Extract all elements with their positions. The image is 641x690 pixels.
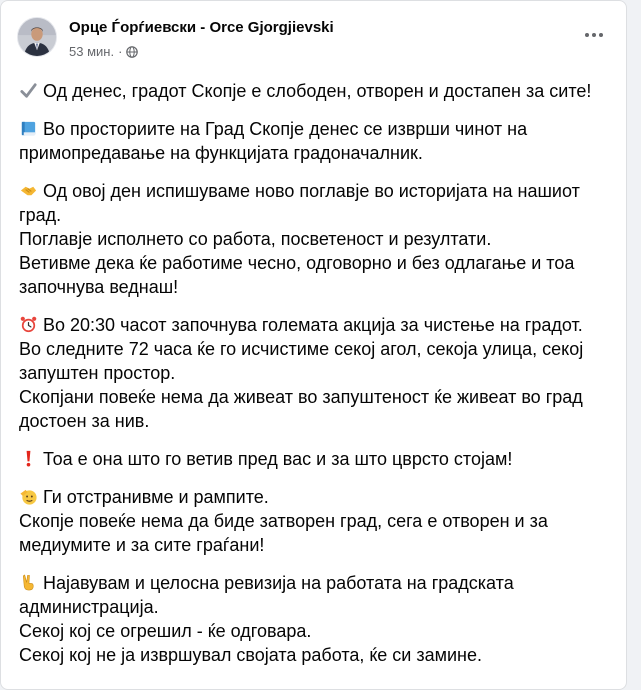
post-text-line: Најавувам и целосна ревизија на работата… <box>19 571 619 595</box>
alarm-clock-icon <box>19 315 38 334</box>
post-paragraph: Во 20:30 часот започнува големата акција… <box>19 313 619 433</box>
post-text-line: Скопјани повеќе нема да живеат во запушт… <box>19 385 619 409</box>
more-options-icon-dot <box>592 33 596 37</box>
post-text-line: Од овој ден испишуваме ново поглавје во … <box>19 179 619 203</box>
exclamation-icon <box>19 449 38 468</box>
post-text-line: медиумите и за сите граѓани! <box>19 533 619 557</box>
post-text-content: град. <box>19 205 62 225</box>
more-options-button[interactable] <box>578 19 610 51</box>
post-text-content: Најавувам и целосна ревизија на работата… <box>43 573 514 593</box>
post-paragraph: Ги отстранивме и рампите. Скопје повеќе н… <box>19 485 619 557</box>
post-text-content: медиумите и за сите граѓани! <box>19 535 265 555</box>
post-text-line: Тоа е она што го ветив пред вас и за што… <box>19 447 619 471</box>
post-text-line: Секој кој се огрешил - ќе одговара. <box>19 619 619 643</box>
post-text-line: започнува веднаш! <box>19 275 619 299</box>
saluting-face-icon <box>19 487 38 506</box>
post-paragraph: Од овој ден испишуваме ново поглавје во … <box>19 179 619 299</box>
post-text-content: Од денес, градот Скопје е слободен, отво… <box>43 81 592 101</box>
post-text-content: запуштен простор. <box>19 363 176 383</box>
post-text-line: достоен за нив. <box>19 409 619 433</box>
post-paragraph: Од денес, градот Скопје е слободен, отво… <box>19 79 619 103</box>
post-text-content: Ги отстранивме и рампите. <box>43 487 269 507</box>
more-options-icon-dot <box>599 33 603 37</box>
post-text-content: примопредавање на функцијата градоначалн… <box>19 143 423 163</box>
meta-separator: · <box>118 44 123 59</box>
post-text-line: Во просториите на Град Скопје денес се и… <box>19 117 619 141</box>
post-text-line: Во 20:30 часот започнува големата акција… <box>19 313 619 337</box>
post-text-content: Скопје повеќе нема да биде затворен град… <box>19 511 548 531</box>
author-name[interactable]: Орце Ѓорѓиевски - Orce Gjorgjievski <box>69 19 334 36</box>
post-text-line: Скопје повеќе нема да биде затворен град… <box>19 509 619 533</box>
post-meta: 53 мин. · <box>69 44 139 59</box>
author-avatar[interactable] <box>17 17 57 57</box>
post-text-line: Ги отстранивме и рампите. <box>19 485 619 509</box>
victory-hand-icon <box>19 573 38 592</box>
post-text-content: Секој кој не ја извршувал својата работа… <box>19 645 482 665</box>
handshake-icon <box>19 181 38 200</box>
post-paragraph: Тоа е она што го ветив пред вас и за што… <box>19 447 619 471</box>
post-text-line: Секој кој не ја извршувал својата работа… <box>19 643 619 667</box>
post-text-content: Ветивме дека ќе работиме чесно, одговорн… <box>19 253 575 273</box>
post-text-line: примопредавање на функцијата градоначалн… <box>19 141 619 165</box>
post-text-content: Секој кој се огрешил - ќе одговара. <box>19 621 312 641</box>
post-text-content: Поглавје исполнето со работа, посветенос… <box>19 229 492 249</box>
post-text: Од денес, градот Скопје е слободен, отво… <box>19 79 619 681</box>
blue-book-icon <box>19 119 38 138</box>
post-text-line: запуштен простор. <box>19 361 619 385</box>
post-text-content: Од овој ден испишуваме ново поглавје во … <box>43 181 580 201</box>
post-text-line: Ветивме дека ќе работиме чесно, одговорн… <box>19 251 619 275</box>
post-text-content: Тоа е она што го ветив пред вас и за што… <box>43 449 513 469</box>
more-options-icon <box>585 33 589 37</box>
post-timestamp[interactable]: 53 мин. <box>69 44 114 59</box>
post-text-content: Во следните 72 часа ќе го исчистиме секо… <box>19 339 584 359</box>
post-text-content: достоен за нив. <box>19 411 150 431</box>
post-text-content: Скопјани повеќе нема да живеат во запушт… <box>19 387 583 407</box>
post-text-line: администрација. <box>19 595 619 619</box>
post-text-content: Во 20:30 часот започнува големата акција… <box>43 315 583 335</box>
post-text-content: Во просториите на Град Скопје денес се и… <box>43 119 528 139</box>
post-header: Орце Ѓорѓиевски - Orce Gjorgjievski 53 м… <box>17 13 610 61</box>
post-text-line: Од денес, градот Скопје е слободен, отво… <box>19 79 619 103</box>
post-text-content: администрација. <box>19 597 159 617</box>
post-paragraph: Во просториите на Град Скопје денес се и… <box>19 117 619 165</box>
post-text-content: започнува веднаш! <box>19 277 179 297</box>
avatar-image <box>18 18 56 56</box>
post-text-line: Во следните 72 часа ќе го исчистиме секо… <box>19 337 619 361</box>
post-text-line: град. <box>19 203 619 227</box>
post-text-line: Поглавје исполнето со работа, посветенос… <box>19 227 619 251</box>
check-mark-icon <box>19 81 38 100</box>
post-paragraph: Најавувам и целосна ревизија на работата… <box>19 571 619 667</box>
post-card: Орце Ѓорѓиевски - Orce Gjorgjievski 53 м… <box>0 0 627 690</box>
globe-icon <box>126 45 139 58</box>
